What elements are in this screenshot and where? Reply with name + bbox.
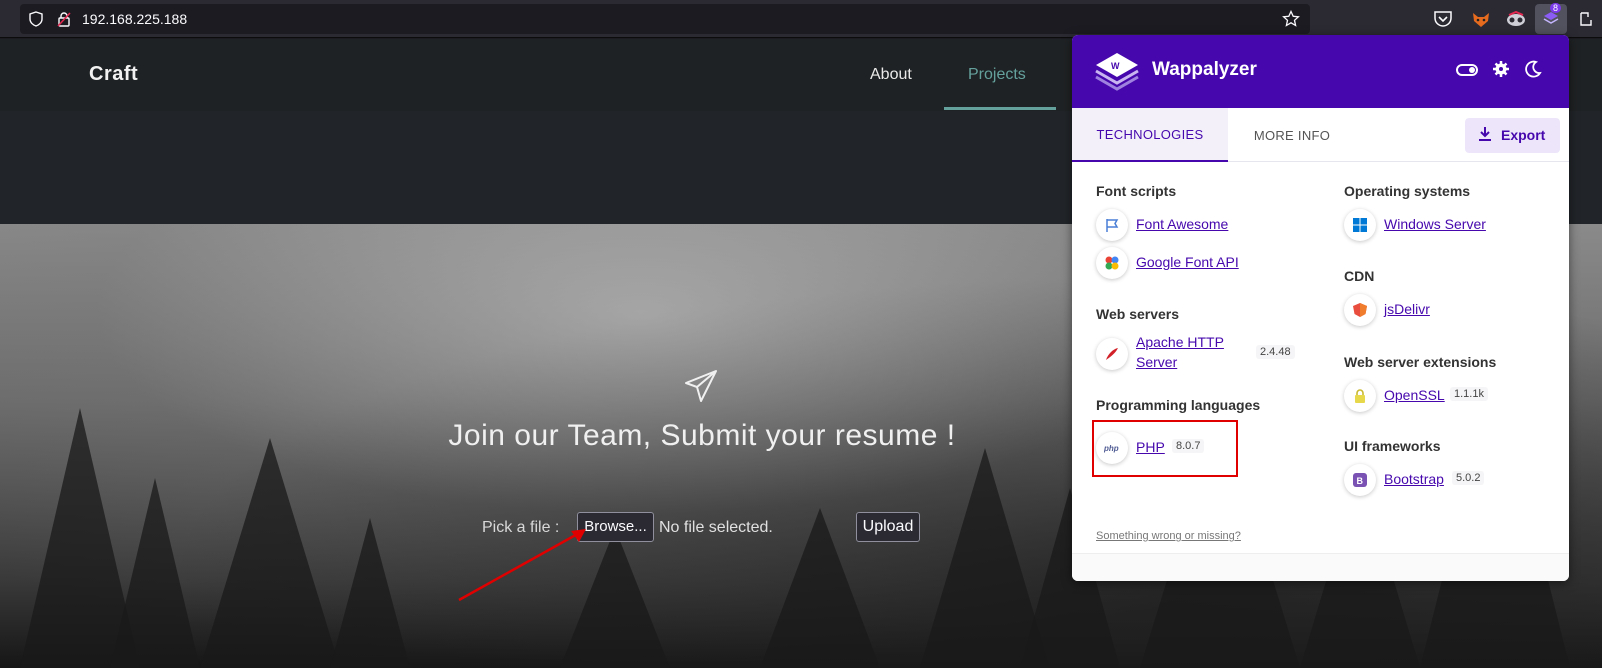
paper-plane-icon	[685, 370, 717, 402]
shield-icon[interactable]	[28, 11, 44, 27]
bootstrap-icon: B	[1344, 464, 1376, 496]
category-title: Programming languages	[1096, 397, 1261, 413]
jsdelivr-icon	[1344, 294, 1376, 326]
tech-link-apache-line1[interactable]: Apache HTTP	[1136, 333, 1224, 352]
export-button[interactable]: Export	[1465, 118, 1560, 153]
flag-icon	[1096, 209, 1128, 241]
export-label: Export	[1501, 127, 1546, 143]
download-icon	[1479, 127, 1491, 141]
version-badge: 1.1.1k	[1450, 387, 1488, 401]
feedback-link[interactable]: Something wrong or missing?	[1096, 530, 1241, 542]
tech-link-jsdelivr[interactable]: jsDelivr	[1384, 300, 1430, 319]
tree-silhouette	[330, 518, 410, 668]
tree-silhouette	[200, 438, 340, 668]
insecure-lock-icon[interactable]	[56, 11, 72, 27]
bookmark-star-icon[interactable]	[1282, 10, 1300, 28]
foxyproxy-icon[interactable]	[1470, 8, 1492, 30]
toggle-icon[interactable]	[1456, 64, 1478, 76]
tech-link-font-awesome[interactable]: Font Awesome	[1136, 215, 1228, 234]
lock-icon	[1344, 380, 1376, 412]
popup-bottom-bar	[1072, 553, 1569, 581]
brand-logo-text[interactable]: Craft	[89, 63, 138, 86]
nav-link-about[interactable]: About	[870, 66, 912, 84]
apache-feather-icon	[1096, 338, 1128, 370]
nav-link-projects[interactable]: Projects	[968, 66, 1026, 84]
tech-link-apache-line2[interactable]: Server	[1136, 353, 1177, 372]
tech-link-google-font-api[interactable]: Google Font API	[1136, 253, 1239, 272]
gear-icon[interactable]	[1492, 60, 1510, 78]
tech-link-bootstrap[interactable]: Bootstrap	[1384, 470, 1444, 489]
wappalyzer-header: W Wappalyzer	[1072, 35, 1569, 108]
google-fonts-icon	[1096, 247, 1128, 279]
wappalyzer-tabs: TECHNOLOGIES MORE INFO Export	[1072, 108, 1569, 162]
tech-link-openssl[interactable]: OpenSSL	[1384, 386, 1445, 405]
extension-count-badge: 8	[1550, 3, 1562, 13]
category-title: Font scripts	[1096, 183, 1177, 199]
url-text[interactable]: 192.168.225.188	[82, 11, 187, 27]
wappalyzer-logo-icon: W	[1095, 53, 1139, 91]
wappalyzer-popup: W Wappalyzer TECHNOLOGIES MORE INFO Expo…	[1072, 35, 1569, 581]
category-title: Operating systems	[1344, 183, 1471, 199]
upload-button[interactable]: Upload	[856, 512, 920, 542]
tab-technologies[interactable]: TECHNOLOGIES	[1072, 108, 1228, 162]
moon-icon[interactable]	[1524, 60, 1542, 78]
browser-toolbar: 192.168.225.188 8	[0, 0, 1602, 38]
nav-active-indicator	[944, 107, 1056, 110]
red-highlight-box	[1092, 420, 1238, 477]
svg-text:B: B	[1357, 476, 1364, 486]
category-title: Web servers	[1096, 306, 1180, 322]
mask-extension-icon[interactable]	[1505, 8, 1527, 30]
category-title: UI frameworks	[1344, 438, 1441, 454]
windows-icon	[1344, 209, 1376, 241]
pocket-icon[interactable]	[1432, 8, 1454, 30]
svg-text:W: W	[1111, 61, 1120, 71]
address-bar[interactable]: 192.168.225.188	[20, 4, 1310, 34]
tab-more-info[interactable]: MORE INFO	[1228, 108, 1356, 162]
overflow-menu-icon[interactable]	[1578, 8, 1594, 30]
version-badge: 2.4.48	[1256, 345, 1295, 359]
tree-silhouette	[110, 478, 200, 668]
version-badge: 5.0.2	[1452, 471, 1485, 485]
wappalyzer-title: Wappalyzer	[1152, 59, 1257, 80]
file-status-text: No file selected.	[659, 519, 773, 536]
tech-link-windows-server[interactable]: Windows Server	[1384, 215, 1486, 234]
category-title: CDN	[1344, 268, 1375, 284]
red-annotation-arrow	[458, 529, 586, 602]
category-title: Web server extensions	[1344, 354, 1497, 370]
